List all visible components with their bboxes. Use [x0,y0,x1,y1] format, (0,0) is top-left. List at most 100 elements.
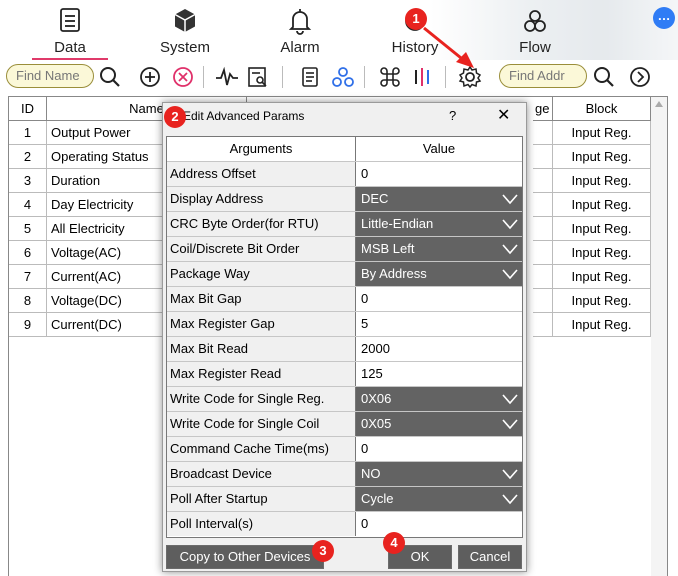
column-header-id[interactable]: ID [9,97,47,121]
params-grid: Arguments Value Address Offset 0 Display A… [166,136,523,538]
param-dropdown[interactable]: DEC [356,187,522,211]
help-button[interactable]: ? [449,108,456,123]
tab-alarm[interactable]: Alarm [250,2,350,58]
row-range [533,217,553,241]
chevron-down-icon[interactable] [502,191,518,207]
scroll-up-arrow-icon[interactable] [655,101,663,107]
row-id: 5 [9,217,47,241]
row-id: 1 [9,121,47,145]
row-block: Input Reg. [553,265,651,289]
copy-to-other-devices-button[interactable]: Copy to Other Devices [166,545,324,569]
param-label: Broadcast Device [167,462,356,486]
tab-flow[interactable]: Flow [485,2,585,58]
param-label: Max Bit Gap [167,287,356,311]
param-dropdown[interactable]: 0X06 [356,387,522,411]
toolbar-divider [203,66,204,88]
add-icon[interactable] [138,65,162,89]
search-icon[interactable] [592,65,616,89]
param-value-field[interactable]: 2000 [356,337,522,361]
param-dropdown[interactable]: By Address [356,262,522,286]
param-value: NO [361,466,381,481]
param-dropdown[interactable]: Cycle [356,487,522,511]
param-value: 125 [361,366,383,381]
close-icon[interactable]: ✕ [497,105,510,125]
row-name: Operating Status [47,145,167,169]
param-row: Poll After Startup Cycle [167,487,522,512]
chevron-down-icon[interactable] [502,466,518,482]
row-range [533,169,553,193]
column-header-arguments: Arguments [167,137,356,161]
row-id: 7 [9,265,47,289]
row-name: All Electricity [47,217,167,241]
chevron-down-icon[interactable] [502,241,518,257]
param-value: 2000 [361,341,390,356]
chevron-down-icon[interactable] [502,266,518,282]
column-header-value: Value [356,137,522,161]
document-icon[interactable] [298,65,322,89]
row-range [533,121,553,145]
more-button[interactable]: … [653,7,675,29]
chevron-down-icon[interactable] [502,216,518,232]
search-list-icon[interactable] [246,65,270,89]
search-icon[interactable] [98,65,122,89]
tab-alarm-label: Alarm [280,39,320,56]
param-row: Max Register Read 125 [167,362,522,387]
tab-flow-label: Flow [519,39,551,56]
param-dropdown[interactable]: MSB Left [356,237,522,261]
column-header-block[interactable]: Block [553,97,651,121]
param-label: Max Bit Read [167,337,356,361]
param-row: Poll Interval(s) 0 [167,512,522,537]
step-marker-2: 2 [164,106,186,128]
params-grid-header: Arguments Value [167,137,522,162]
cancel-button[interactable]: Cancel [458,545,522,569]
param-label: Display Address [167,187,356,211]
pointer-arrow-icon [423,26,474,68]
column-header-range[interactable]: ge [533,97,553,121]
vertical-scrollbar[interactable] [651,97,667,576]
waveform-icon[interactable] [215,65,239,89]
param-dropdown[interactable]: NO [356,462,522,486]
row-name: Day Electricity [47,193,167,217]
param-label: Max Register Read [167,362,356,386]
row-id: 4 [9,193,47,217]
tab-system-label: System [159,39,210,56]
row-name: Voltage(DC) [47,289,167,313]
param-row: Max Bit Read 2000 [167,337,522,362]
row-block: Input Reg. [553,241,651,265]
find-addr-input[interactable]: Find Addr [499,64,587,88]
param-value-field[interactable]: 125 [356,362,522,386]
row-id: 6 [9,241,47,265]
param-value-field[interactable]: 0 [356,162,522,186]
tab-system[interactable]: System [135,2,235,58]
param-value-field[interactable]: 5 [356,312,522,336]
param-value-field[interactable]: 0 [356,437,522,461]
param-row: Display Address DEC [167,187,522,212]
param-value-field[interactable]: 0 [356,287,522,311]
network-icon[interactable] [331,65,355,89]
row-range [533,313,553,337]
bell-icon [288,9,312,35]
row-name: Voltage(AC) [47,241,167,265]
param-dropdown[interactable]: 0X05 [356,412,522,436]
chevron-down-icon[interactable] [502,491,518,507]
chevron-right-icon[interactable] [628,65,652,89]
tab-data[interactable]: Data [20,2,120,60]
command-icon[interactable] [378,65,402,89]
param-dropdown[interactable]: Little-Endian [356,212,522,236]
param-value-field[interactable]: 0 [356,512,522,536]
param-row: Max Register Gap 5 [167,312,522,337]
find-name-input[interactable]: Find Name [6,64,94,88]
param-value: 0X05 [361,416,392,431]
row-block: Input Reg. [553,217,651,241]
chevron-down-icon[interactable] [502,416,518,432]
delete-icon[interactable] [171,65,195,89]
row-id: 9 [9,313,47,337]
param-row: Broadcast Device NO [167,462,522,487]
edit-advanced-params-dialog: Edit Advanced Params ? ✕ Arguments Value… [162,102,527,572]
row-id: 2 [9,145,47,169]
row-block: Input Reg. [553,193,651,217]
param-value: 0 [361,441,369,456]
row-block: Input Reg. [553,121,651,145]
param-value: 5 [361,316,369,331]
chevron-down-icon[interactable] [502,391,518,407]
